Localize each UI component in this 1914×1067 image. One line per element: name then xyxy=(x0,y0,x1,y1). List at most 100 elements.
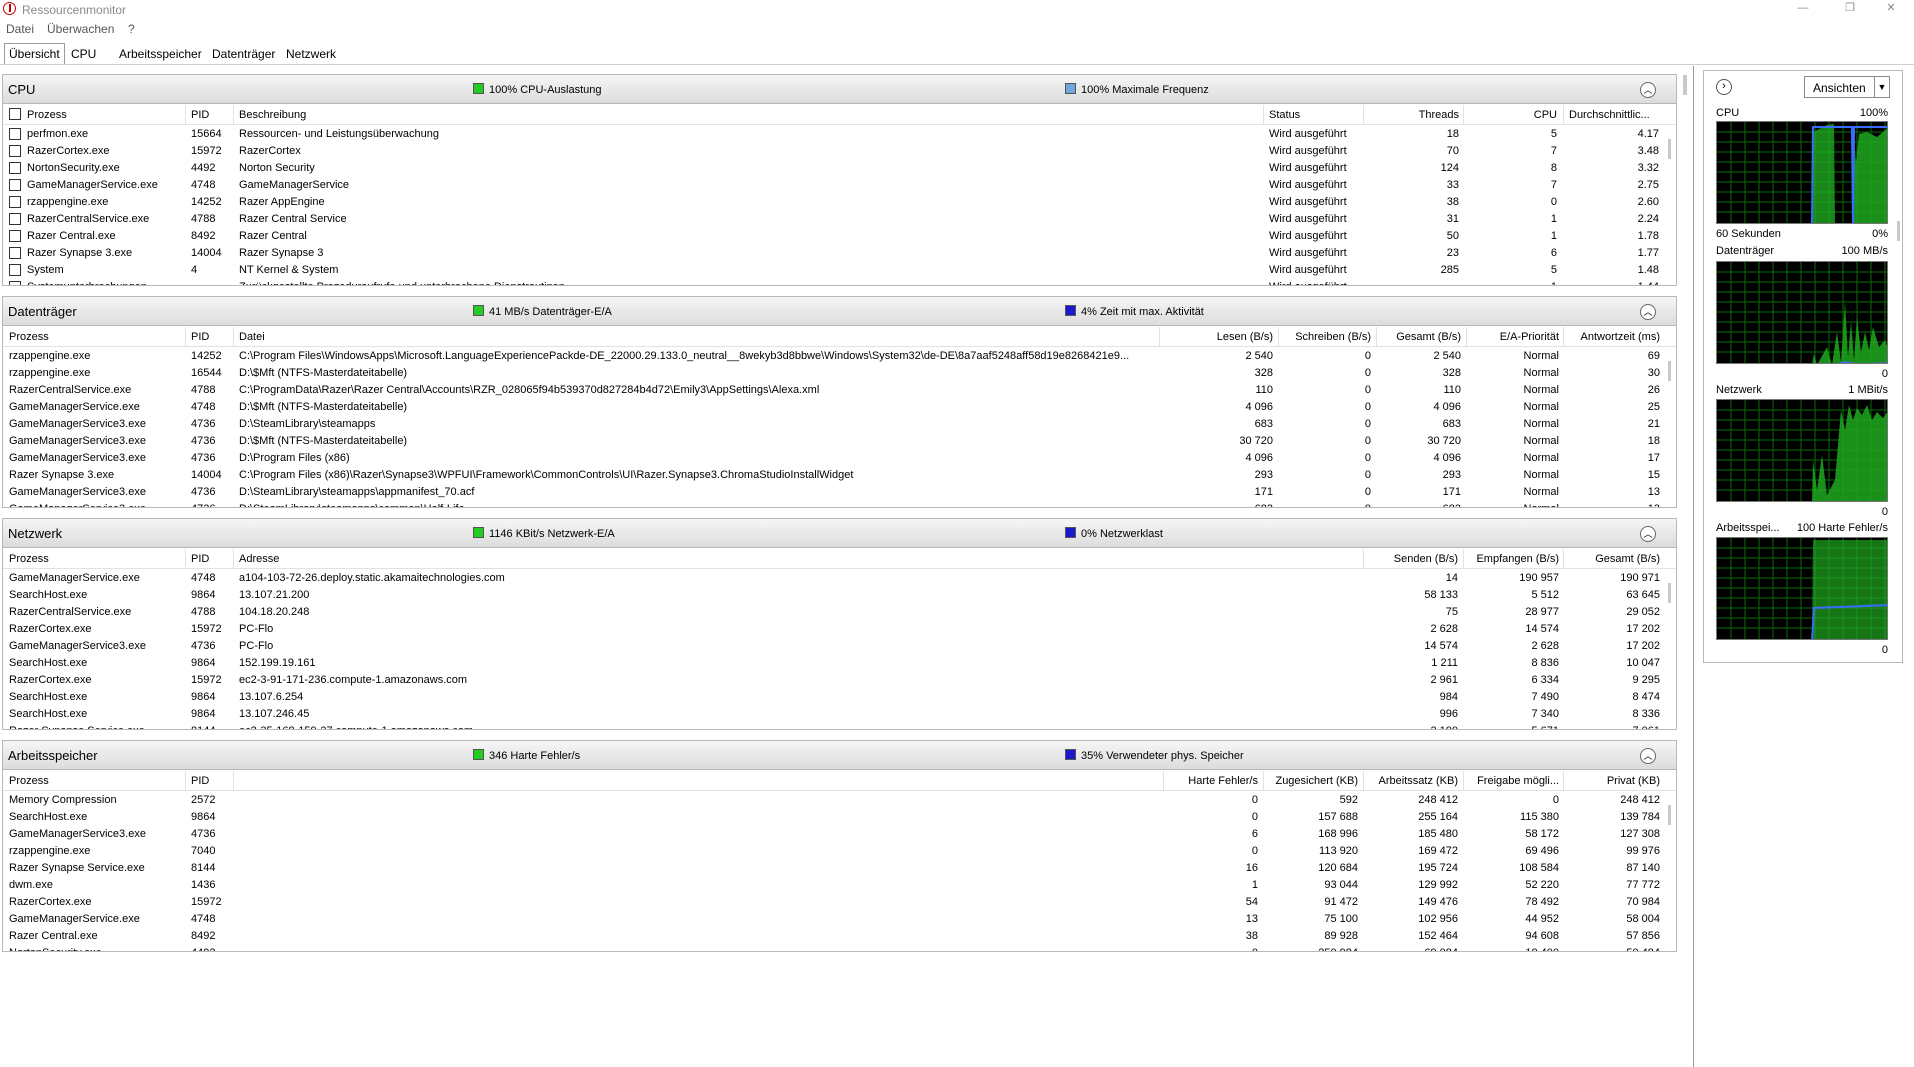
table-row[interactable]: rzappengine.exe 16544 D:\$Mft (NTFS-Master… xyxy=(3,365,1663,382)
table-row[interactable]: rzappengine.exe 7040 0 113 920 169 472 69 496… xyxy=(3,843,1663,860)
table-row[interactable]: RazerCortex.exe 15972 RazerCortex Wird ausg… xyxy=(3,143,1663,160)
maximize-button[interactable]: ❐ xyxy=(1827,0,1873,18)
menu-help[interactable]: ? xyxy=(128,22,135,36)
tab-disk[interactable]: Datenträger xyxy=(208,45,279,63)
process-checkbox[interactable] xyxy=(9,196,21,208)
table-row[interactable]: SearchHost.exe 9864 152.199.19.161 1 211 8 8… xyxy=(3,655,1663,672)
process-checkbox[interactable] xyxy=(9,162,21,174)
col-committed[interactable]: Zugesichert (KB) xyxy=(1266,775,1358,787)
menu-monitor[interactable]: Überwachen xyxy=(47,22,114,36)
table-row[interactable]: GameManagerService3.exe 4736 D:\$Mft (NTFS… xyxy=(3,433,1663,450)
cpu-scrollbar[interactable] xyxy=(1664,125,1676,285)
disk-panel-header[interactable]: Datenträger 41 MB/s Datenträger-E/A 4% Z… xyxy=(3,297,1676,326)
views-dropdown[interactable]: Ansichten ▼ xyxy=(1804,76,1890,98)
col-io-priority[interactable]: E/A-Priorität xyxy=(1469,331,1559,343)
process-checkbox[interactable] xyxy=(9,128,21,140)
col-pid[interactable]: PID xyxy=(191,553,209,565)
minimize-button[interactable]: — xyxy=(1780,0,1826,18)
col-process[interactable]: Prozess xyxy=(9,553,49,565)
table-row[interactable]: GameManagerService.exe 4748 GameManagerSer… xyxy=(3,177,1663,194)
table-row[interactable]: dwm.exe 1436 1 93 044 129 992 52 220 77 772 xyxy=(3,877,1663,894)
col-pid[interactable]: PID xyxy=(191,109,209,121)
table-row[interactable]: SearchHost.exe 9864 0 157 688 255 164 115 380… xyxy=(3,809,1663,826)
graph-panel-scrollbar[interactable] xyxy=(1897,221,1900,241)
table-row[interactable]: GameManagerService3.exe 4736 D:\SteamLibra… xyxy=(3,416,1663,433)
col-read[interactable]: Lesen (B/s) xyxy=(1163,331,1273,343)
col-total[interactable]: Gesamt (B/s) xyxy=(1566,553,1660,565)
col-threads[interactable]: Threads xyxy=(1369,109,1459,121)
col-address[interactable]: Adresse xyxy=(239,553,279,565)
table-row[interactable]: perfmon.exe 15664 Ressourcen- und Leistung… xyxy=(3,126,1663,143)
cpu-panel-header[interactable]: CPU 100% CPU-Auslastung 100% Maximale Fr… xyxy=(3,75,1676,104)
process-checkbox[interactable] xyxy=(9,281,21,285)
col-description[interactable]: Beschreibung xyxy=(239,109,306,121)
table-row[interactable]: NortonSecurity.exe 4492 0 250 984 69 084 18 4… xyxy=(3,945,1663,951)
table-row[interactable]: RazerCortex.exe 15972 54 91 472 149 476 78 49… xyxy=(3,894,1663,911)
table-row[interactable]: RazerCentralService.exe 4788 Razer Central… xyxy=(3,211,1663,228)
collapse-network-icon[interactable]: ︿ xyxy=(1640,526,1656,542)
col-write[interactable]: Schreiben (B/s) xyxy=(1281,331,1371,343)
main-scrollbar-thumb[interactable] xyxy=(1683,75,1687,95)
col-private[interactable]: Privat (KB) xyxy=(1566,775,1660,787)
memory-panel-header[interactable]: Arbeitsspeicher 346 Harte Fehler/s 35% V… xyxy=(3,741,1676,770)
col-status[interactable]: Status xyxy=(1269,109,1300,121)
col-send[interactable]: Senden (B/s) xyxy=(1366,553,1458,565)
col-pid[interactable]: PID xyxy=(191,331,209,343)
table-row[interactable]: Memory Compression 2572 0 592 248 412 0 248 41… xyxy=(3,792,1663,809)
table-row[interactable]: GameManagerService3.exe 4736 D:\SteamLibra… xyxy=(3,501,1663,507)
table-row[interactable]: RazerCentralService.exe 4788 104.18.20.248… xyxy=(3,604,1663,621)
table-row[interactable]: Razer Synapse 3.exe 14004 Razer Synapse 3 W… xyxy=(3,245,1663,262)
table-row[interactable]: Razer Synapse Service.exe 8144 ec2-35-168-… xyxy=(3,723,1663,729)
table-row[interactable]: rzappengine.exe 14252 Razer AppEngine Wird … xyxy=(3,194,1663,211)
table-row[interactable]: GameManagerService3.exe 4736 PC-Flo 14 574 2… xyxy=(3,638,1663,655)
table-row[interactable]: Razer Central.exe 8492 38 89 928 152 464 94 6… xyxy=(3,928,1663,945)
table-row[interactable]: GameManagerService.exe 4748 13 75 100 102 95… xyxy=(3,911,1663,928)
table-row[interactable]: NortonSecurity.exe 4492 Norton Security Wir… xyxy=(3,160,1663,177)
col-shareable[interactable]: Freigabe mögli... xyxy=(1466,775,1559,787)
close-button[interactable]: ✕ xyxy=(1868,0,1914,18)
table-row[interactable]: RazerCortex.exe 15972 ec2-3-91-171-236.com… xyxy=(3,672,1663,689)
memory-scrollbar[interactable] xyxy=(1664,791,1676,951)
table-row[interactable]: System 4 NT Kernel & System Wird ausgeführt… xyxy=(3,262,1663,279)
col-cpu[interactable]: CPU xyxy=(1469,109,1557,121)
table-row[interactable]: RazerCentralService.exe 4788 C:\ProgramDat… xyxy=(3,382,1663,399)
table-row[interactable]: GameManagerService3.exe 4736 6 168 996 185 4… xyxy=(3,826,1663,843)
select-all-checkbox[interactable] xyxy=(9,108,21,120)
menu-file[interactable]: Datei xyxy=(6,22,34,36)
col-total[interactable]: Gesamt (B/s) xyxy=(1379,331,1461,343)
tab-overview[interactable]: Übersicht xyxy=(4,43,65,65)
col-average-cpu[interactable]: Durchschnittlic... xyxy=(1569,109,1650,121)
collapse-memory-icon[interactable]: ︿ xyxy=(1640,748,1656,764)
process-checkbox[interactable] xyxy=(9,145,21,157)
table-row[interactable]: GameManagerService3.exe 4736 D:\SteamLibra… xyxy=(3,484,1663,501)
pane-splitter[interactable] xyxy=(1693,66,1694,1067)
process-checkbox[interactable] xyxy=(9,264,21,276)
process-checkbox[interactable] xyxy=(9,213,21,225)
table-row[interactable]: Razer Central.exe 8492 Razer Central Wird a… xyxy=(3,228,1663,245)
col-working-set[interactable]: Arbeitssatz (KB) xyxy=(1366,775,1458,787)
chevron-down-icon[interactable]: ▼ xyxy=(1874,77,1889,97)
collapse-cpu-icon[interactable]: ︿ xyxy=(1640,82,1656,98)
process-checkbox[interactable] xyxy=(9,179,21,191)
table-row[interactable]: SearchHost.exe 9864 13.107.246.45 996 7 340 8… xyxy=(3,706,1663,723)
disk-scrollbar[interactable] xyxy=(1664,347,1676,507)
table-row[interactable]: SearchHost.exe 9864 13.107.6.254 984 7 490 8 … xyxy=(3,689,1663,706)
network-panel-header[interactable]: Netzwerk 1146 KBit/s Netzwerk-E/A 0% Net… xyxy=(3,519,1676,548)
col-process[interactable]: Prozess xyxy=(27,109,67,121)
col-file[interactable]: Datei xyxy=(239,331,265,343)
process-checkbox[interactable] xyxy=(9,247,21,259)
tab-memory[interactable]: Arbeitsspeicher xyxy=(115,45,206,63)
col-process[interactable]: Prozess xyxy=(9,775,49,787)
col-response-time[interactable]: Antwortzeit (ms) xyxy=(1566,331,1660,343)
table-row[interactable]: GameManagerService.exe 4748 a104-103-72-26… xyxy=(3,570,1663,587)
table-row[interactable]: Razer Synapse 3.exe 14004 C:\Program Files… xyxy=(3,467,1663,484)
table-row[interactable]: rzappengine.exe 14252 C:\Program Files\Win… xyxy=(3,348,1663,365)
chevron-right-icon[interactable]: › xyxy=(1716,79,1732,95)
col-pid[interactable]: PID xyxy=(191,775,209,787)
table-row[interactable]: GameManagerService.exe 4748 D:\$Mft (NTFS-… xyxy=(3,399,1663,416)
col-hard-faults[interactable]: Harte Fehler/s xyxy=(1166,775,1258,787)
tab-cpu[interactable]: CPU xyxy=(67,45,100,63)
table-row[interactable]: SearchHost.exe 9864 13.107.21.200 58 133 5 5… xyxy=(3,587,1663,604)
table-row[interactable]: Systemunterbrechungen - Zurückgestellte Pr… xyxy=(3,279,1663,285)
col-receive[interactable]: Empfangen (B/s) xyxy=(1466,553,1559,565)
